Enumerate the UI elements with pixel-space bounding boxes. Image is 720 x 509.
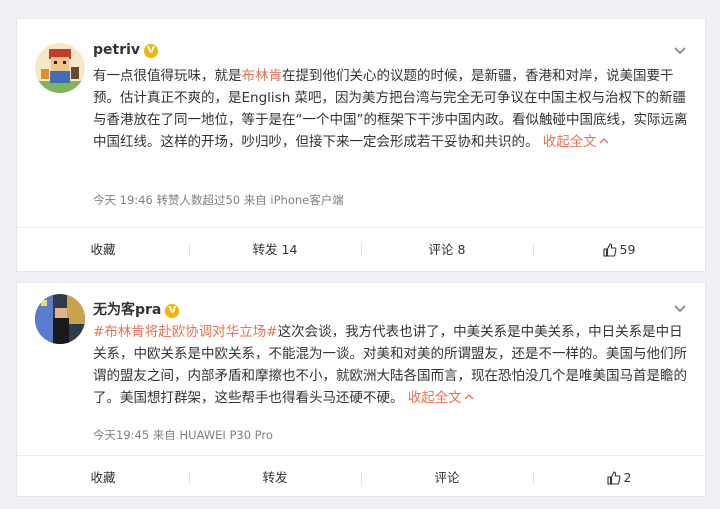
like-button[interactable]: 59 [533, 228, 705, 272]
post-text-segment: 有一点很值得玩味，就是 [93, 68, 242, 84]
comment-label[interactable]: 评论 [434, 470, 459, 485]
like-count[interactable]: 59 [620, 242, 636, 257]
collect-button[interactable]: 收藏 [17, 456, 189, 500]
thumbs-up-icon [602, 243, 616, 257]
post-text: #布林肯将赴欧协调对华立场#这次会谈，我方代表也讲了，中美关系是中美关系，中日关… [93, 321, 691, 409]
repost-button[interactable]: 转发 14 [189, 228, 361, 272]
post-card: petriv V 有一点很值得玩味，就是布林肯在提到他们关心的议题的时候，是新疆，… [16, 18, 707, 272]
verified-v-icon: V [165, 304, 180, 318]
username[interactable]: petriv V [93, 42, 159, 58]
repost-label[interactable]: 转发 [262, 470, 287, 485]
collapse-text-label[interactable]: 收起全文 [543, 134, 597, 150]
mention-link[interactable]: 布林肯 [242, 68, 283, 84]
comment-label[interactable]: 评论 8 [429, 242, 466, 257]
repost-button[interactable]: 转发 [189, 456, 361, 500]
like-button[interactable]: 2 [533, 456, 705, 500]
repost-label[interactable]: 转发 14 [253, 242, 298, 257]
comment-button[interactable]: 评论 8 [361, 228, 533, 272]
chevron-down-icon[interactable] [673, 43, 687, 57]
action-bar: 收藏 转发 14 评论 8 59 [17, 227, 707, 272]
like-count[interactable]: 2 [624, 470, 632, 485]
chevron-down-icon[interactable] [673, 301, 687, 315]
comment-button[interactable]: 评论 [361, 456, 533, 500]
collapse-text-link[interactable]: 收起全文 [408, 390, 474, 406]
collect-button[interactable]: 收藏 [17, 228, 189, 272]
hashtag-link[interactable]: #布林肯将赴欧协调对华立场# [93, 324, 278, 340]
chevron-up-icon [599, 138, 609, 144]
username-text[interactable]: 无为客pra [93, 302, 161, 318]
collapse-text-label[interactable]: 收起全文 [408, 390, 462, 406]
chevron-up-icon [464, 394, 474, 400]
avatar[interactable] [35, 43, 85, 93]
action-bar: 收藏 转发 评论 2 [17, 455, 707, 500]
collect-label[interactable]: 收藏 [90, 242, 115, 257]
username[interactable]: 无为客pra V [93, 299, 180, 319]
username-text[interactable]: petriv [93, 42, 140, 58]
collect-label[interactable]: 收藏 [90, 470, 115, 485]
thumbs-up-icon [606, 471, 620, 485]
collapse-text-link[interactable]: 收起全文 [543, 134, 609, 150]
post-meta: 今天19:45 来自 HUAWEI P30 Pro [93, 428, 273, 442]
verified-v-icon: V [144, 44, 159, 58]
avatar[interactable] [35, 294, 85, 344]
post-text: 有一点很值得玩味，就是布林肯在提到他们关心的议题的时候，是新疆，香港和对岸，说美… [93, 65, 691, 153]
post-meta: 今天 19:46 转赞人数超过50 来自 iPhone客户端 [93, 193, 344, 207]
post-card: 无为客pra V #布林肯将赴欧协调对华立场#这次会谈，我方代表也讲了，中美关系是… [16, 282, 707, 500]
